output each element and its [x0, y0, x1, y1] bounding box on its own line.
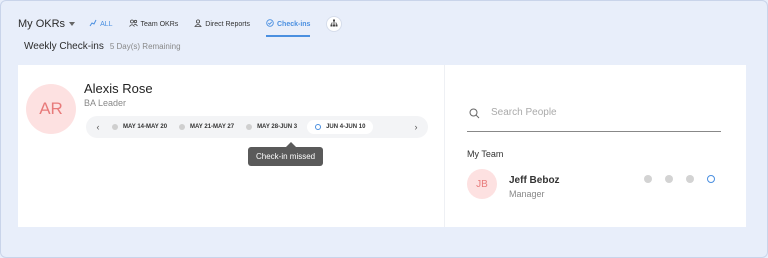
member-name: Jeff Beboz — [509, 175, 560, 186]
tab-direct-reports-label: Direct Reports — [205, 20, 250, 28]
search-icon — [469, 106, 480, 119]
member-role: Manager — [509, 189, 545, 199]
week-label: JUN 4-JUN 10 — [326, 124, 366, 130]
week-selector: ‹ MAY 14-MAY 20 MAY 21-MAY 27 MAY 28-JUN… — [86, 116, 428, 138]
employee-name: Alexis Rose — [84, 81, 153, 96]
my-okrs-dropdown[interactable]: My OKRs — [18, 18, 76, 30]
tab-all-label: ALL — [100, 20, 113, 28]
tab-direct-reports[interactable]: Direct Reports — [194, 14, 250, 34]
chart-icon — [89, 19, 97, 29]
search-people — [467, 102, 721, 132]
week-item-current[interactable]: JUN 4-JUN 10 — [307, 120, 374, 134]
week-status-dot — [686, 175, 694, 183]
tab-all[interactable]: ALL — [89, 14, 113, 34]
my-team-heading: My Team — [467, 149, 504, 159]
days-remaining: 5 Day(s) Remaining — [109, 42, 181, 51]
chevron-left-icon[interactable]: ‹ — [92, 122, 104, 132]
week-status-dot — [112, 124, 118, 130]
week-status-dot — [179, 124, 186, 130]
tooltip-checkin-missed: Check-in missed — [248, 142, 324, 166]
week-status-dot — [644, 175, 652, 183]
tab-check-ins[interactable]: Check-ins — [266, 14, 311, 37]
week-item[interactable]: MAY 28-JUN 3 — [246, 124, 297, 130]
week-item[interactable]: MAY 14-MAY 20 — [112, 124, 167, 130]
org-chart-icon — [330, 19, 338, 29]
week-list: MAY 14-MAY 20 MAY 21-MAY 27 MAY 28-JUN 3… — [104, 120, 410, 134]
search-input[interactable] — [491, 104, 711, 120]
week-status-dot — [246, 124, 253, 130]
week-label: MAY 28-JUN 3 — [257, 124, 298, 130]
top-nav: My OKRs ALL Team OKRs Direct Reports Che… — [18, 14, 343, 37]
caret-down-icon — [69, 22, 76, 26]
employee-checkin-card: AR Alexis Rose BA Leader ‹ MAY 14-MAY 20… — [18, 65, 444, 227]
week-label: MAY 21-MAY 27 — [190, 124, 235, 130]
week-label: MAY 14-MAY 20 — [123, 124, 168, 130]
employee-avatar: AR — [26, 84, 76, 134]
checkin-icon — [266, 19, 274, 29]
person-icon — [194, 19, 203, 29]
employee-role: BA Leader — [84, 98, 127, 108]
org-chart-button[interactable] — [326, 16, 343, 32]
week-status-dot — [665, 175, 673, 183]
chevron-right-icon[interactable]: › — [410, 122, 422, 132]
tab-check-ins-label: Check-ins — [277, 20, 311, 28]
team-icon — [128, 19, 138, 29]
my-okrs-label: My OKRs — [18, 18, 66, 30]
week-status-dot — [315, 124, 322, 130]
page-title: Weekly Check-ins — [24, 41, 104, 52]
week-status-dot-current — [707, 175, 715, 183]
tab-team-okrs-label: Team OKRs — [140, 20, 179, 28]
member-week-status — [631, 175, 715, 183]
team-panel: My Team JB Jeff Beboz Manager — [444, 65, 746, 227]
week-item[interactable]: MAY 21-MAY 27 — [179, 124, 234, 130]
tab-team-okrs[interactable]: Team OKRs — [128, 14, 179, 34]
weekly-checkins-header: Weekly Check-ins 5 Day(s) Remaining — [24, 41, 181, 52]
team-member-row[interactable]: JB Jeff Beboz Manager — [467, 168, 723, 202]
member-avatar: JB — [467, 169, 497, 199]
